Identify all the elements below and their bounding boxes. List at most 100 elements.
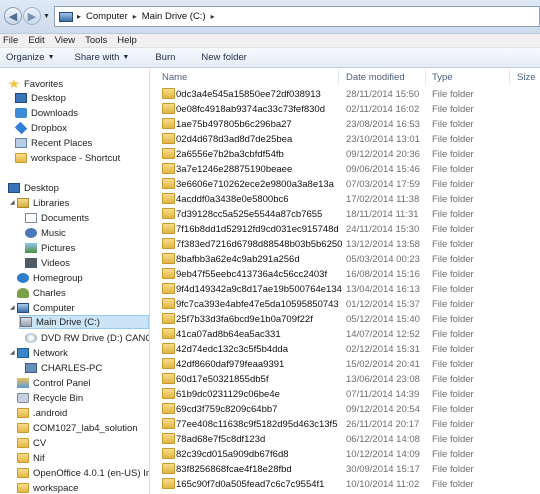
- column-divider[interactable]: [425, 69, 426, 85]
- column-header-name[interactable]: Name: [162, 69, 342, 85]
- nav-label: COM1027_lab4_solution: [33, 422, 138, 434]
- file-type: File folder: [432, 298, 474, 310]
- file-name: 0dc3a4e545a15850ee72df038913: [176, 88, 321, 100]
- nav-lib-pictures[interactable]: Pictures: [25, 241, 75, 255]
- nav-user[interactable]: Charles: [17, 286, 66, 300]
- folder-icon: [162, 118, 175, 129]
- nav-dvd-drive[interactable]: DVD RW Drive (D:) CANOSCA: [25, 331, 149, 345]
- folder-icon: [17, 408, 29, 418]
- nav-homegroup[interactable]: Homegroup: [17, 271, 83, 285]
- folder-icon: [162, 313, 175, 324]
- nav-folder-android[interactable]: .android: [17, 406, 67, 420]
- address-bar-area: ◀ ▶ ▼ ▸ Computer ▸ Main Drive (C:) ▸: [0, 0, 540, 34]
- file-date: 02/11/2014 16:02: [346, 103, 420, 115]
- menu-file[interactable]: File: [0, 35, 25, 46]
- nav-label: workspace - Shortcut: [31, 152, 121, 164]
- folder-icon: [162, 403, 175, 414]
- folder-icon: [162, 388, 175, 399]
- column-divider[interactable]: [338, 69, 339, 85]
- share-with-button[interactable]: Share with ▼: [69, 52, 136, 63]
- menu-tools[interactable]: Tools: [82, 35, 114, 46]
- menu-view[interactable]: View: [52, 35, 82, 46]
- folder-icon: [162, 448, 175, 459]
- desktop-icon: [8, 183, 20, 193]
- nav-favorites[interactable]: Favorites: [8, 77, 63, 91]
- expand-arrow-icon[interactable]: ◢: [10, 304, 15, 311]
- command-bar: Organize ▼ Share with ▼ Burn New folder: [0, 48, 540, 68]
- computer-icon: [17, 303, 29, 313]
- expand-arrow-icon[interactable]: ◢: [10, 199, 15, 206]
- column-header-type[interactable]: Type: [432, 69, 512, 85]
- nav-lib-music[interactable]: Music: [25, 226, 66, 240]
- column-divider[interactable]: [509, 69, 510, 85]
- file-date: 09/12/2014 20:36: [346, 148, 420, 160]
- file-date: 13/12/2014 13:58: [346, 238, 420, 250]
- file-type: File folder: [432, 133, 474, 145]
- nav-folder-workspace[interactable]: workspace: [17, 481, 78, 494]
- nav-fav-dropbox[interactable]: Dropbox: [14, 121, 67, 135]
- nav-folder-com1027[interactable]: COM1027_lab4_solution: [17, 421, 138, 435]
- nav-desktop[interactable]: Desktop: [8, 181, 59, 195]
- nav-fav-workspace-shortcut[interactable]: workspace - Shortcut: [15, 151, 120, 165]
- nav-lib-documents[interactable]: Documents: [25, 211, 89, 225]
- nav-label: OpenOffice 4.0.1 (en-US) Instal: [33, 467, 149, 479]
- arrow-left-icon: ◀: [8, 10, 18, 23]
- file-type: File folder: [432, 433, 474, 445]
- nav-fav-desktop[interactable]: Desktop: [15, 91, 66, 105]
- breadcrumb-chevron-icon[interactable]: ▸: [75, 12, 83, 21]
- nav-label: DVD RW Drive (D:) CANOSCA: [41, 332, 149, 344]
- file-name: 02d4d678d3ad8d7de25bea: [176, 133, 293, 145]
- column-header-date[interactable]: Date modified: [346, 69, 426, 85]
- breadcrumb-chevron-icon[interactable]: ▸: [131, 12, 139, 21]
- nav-folder-openoffice[interactable]: OpenOffice 4.0.1 (en-US) Instal: [17, 466, 149, 480]
- nav-recycle-bin[interactable]: Recycle Bin: [17, 391, 83, 405]
- file-date: 10/10/2014 11:02: [346, 478, 420, 490]
- address-input[interactable]: ▸ Computer ▸ Main Drive (C:) ▸: [54, 6, 540, 27]
- organize-button[interactable]: Organize ▼: [0, 52, 61, 63]
- nav-libraries[interactable]: Libraries: [17, 196, 69, 210]
- breadcrumb-main-drive[interactable]: Main Drive (C:): [139, 11, 209, 22]
- nav-fav-recent-places[interactable]: Recent Places: [15, 136, 92, 150]
- folder-icon: [162, 433, 175, 444]
- back-button[interactable]: ◀: [4, 7, 22, 25]
- breadcrumb-computer[interactable]: Computer: [83, 11, 131, 22]
- nav-label: Charles: [33, 287, 66, 299]
- forward-button[interactable]: ▶: [23, 7, 41, 25]
- nav-folder-nif[interactable]: Nif: [17, 451, 45, 465]
- folder-icon: [162, 343, 175, 354]
- nav-computer[interactable]: Computer: [17, 301, 75, 315]
- nav-label: Libraries: [33, 197, 70, 209]
- breadcrumb-chevron-icon[interactable]: ▸: [209, 12, 217, 21]
- new-folder-button[interactable]: New folder: [195, 52, 252, 63]
- nav-label: Pictures: [41, 242, 76, 254]
- file-name: 82c39cd015a909db67f6d8: [176, 448, 289, 460]
- nav-control-panel[interactable]: Control Panel: [17, 376, 91, 390]
- nav-network-pc[interactable]: CHARLES-PC: [25, 361, 102, 375]
- burn-button[interactable]: Burn: [149, 52, 181, 63]
- downloads-icon: [15, 108, 27, 118]
- nav-network[interactable]: Network: [17, 346, 68, 360]
- file-row[interactable]: 165c90f7d0a505fead7c6c7c9554f1 10/10/2014…: [151, 475, 540, 493]
- file-date: 16/08/2014 15:16: [346, 268, 420, 280]
- nav-fav-downloads[interactable]: Downloads: [15, 106, 78, 120]
- expand-arrow-icon[interactable]: ◢: [10, 349, 15, 356]
- file-name: 9f4d149342a9c8d17ae19b500764e134: [176, 283, 342, 295]
- nav-folder-cv[interactable]: CV: [17, 436, 46, 450]
- folder-icon: [162, 193, 175, 204]
- file-type: File folder: [432, 103, 474, 115]
- file-type: File folder: [432, 208, 474, 220]
- folder-icon: [15, 153, 27, 163]
- folder-icon: [162, 253, 175, 264]
- folder-icon: [162, 283, 175, 294]
- file-name: 165c90f7d0a505fead7c6c7c9554f1: [176, 478, 325, 490]
- menu-help[interactable]: Help: [114, 35, 144, 46]
- nav-main-drive[interactable]: Main Drive (C:): [19, 315, 149, 329]
- file-date: 23/10/2014 13:01: [346, 133, 420, 145]
- nav-label: Network: [33, 347, 68, 359]
- column-header-size[interactable]: Size: [517, 69, 539, 85]
- menu-edit[interactable]: Edit: [25, 35, 51, 46]
- file-date: 28/11/2014 15:50: [346, 88, 420, 100]
- recent-locations-dropdown[interactable]: ▼: [43, 13, 51, 21]
- file-type: File folder: [432, 148, 474, 160]
- nav-lib-videos[interactable]: Videos: [25, 256, 70, 270]
